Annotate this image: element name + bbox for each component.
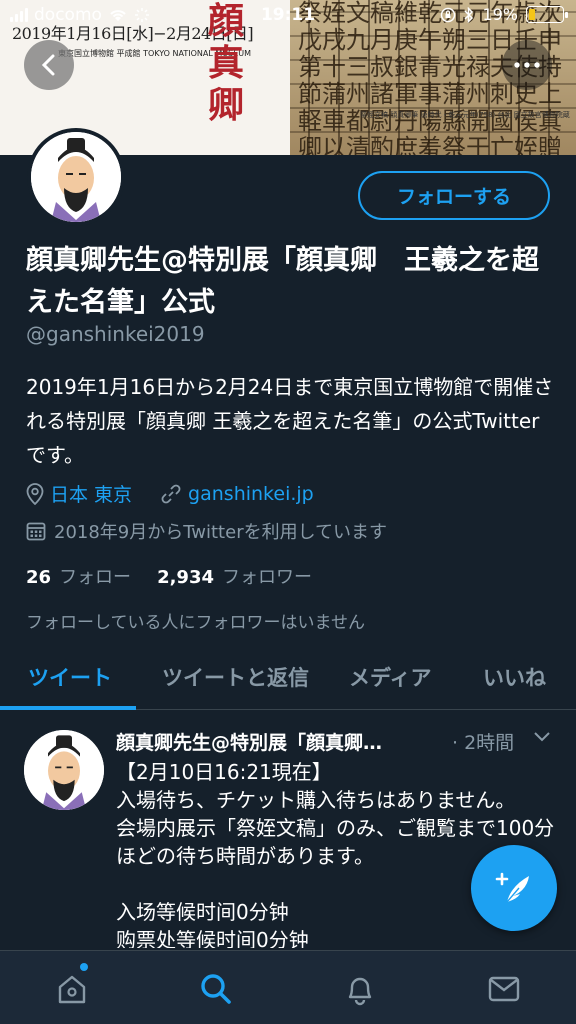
profile-url-text[interactable]: ganshinkei.jp [188, 483, 314, 505]
status-right: 19% [440, 5, 568, 24]
rotation-lock-icon [441, 7, 456, 22]
avatar-illustration [31, 132, 121, 222]
compose-tweet-icon [495, 872, 529, 903]
profile-joined-text: 2018年9月からTwitterを利用しています [54, 522, 388, 543]
search-icon [201, 974, 231, 1004]
banner-caption: 祭姪文稿 顔真卿筆 唐時代・乾元元年(758) 台北 國立故宮博物院蔵 [360, 111, 570, 119]
profile-bio: 2019年1月16日から2月24日まで東京国立博物館で開催される特別展「顔真卿 … [26, 375, 554, 467]
home-new-content-dot [80, 963, 88, 971]
profile-meta: 日本 東京 ganshinkei.jp [26, 480, 314, 507]
back-button[interactable] [24, 40, 74, 90]
profile-avatar[interactable] [27, 128, 125, 226]
bluetooth-icon [464, 6, 474, 23]
battery-percent: 19% [482, 5, 518, 24]
nav-messages[interactable] [484, 969, 524, 1009]
profile-counts: 26 フォロー 2,934 フォロワー [26, 563, 312, 589]
followers-label[interactable]: フォロワー [222, 563, 312, 589]
follow-button[interactable]: フォローする [358, 171, 550, 220]
profile-display-name: 顔真卿先生@特別展「顔真卿 王羲之を超えた名筆」公式 [26, 245, 539, 318]
more-button[interactable] [502, 40, 552, 90]
profile-location: 日本 東京 [26, 480, 132, 507]
profile-handle: @ganshinkei2019 [26, 322, 205, 346]
tab-likes[interactable]: いいね [483, 662, 546, 692]
mail-icon [488, 976, 520, 1002]
tweet-avatar-illustration [24, 730, 104, 810]
status-bar: docomo 19:11 19% [0, 0, 576, 32]
profile-location-text: 日本 東京 [50, 484, 133, 506]
active-tab-indicator [0, 706, 136, 710]
tab-tweets[interactable]: ツイート [28, 662, 112, 692]
nav-notifications[interactable] [340, 969, 380, 1009]
more-dots-icon [514, 62, 540, 68]
followers-count[interactable]: 2,934 [157, 567, 214, 588]
battery-icon [526, 6, 568, 23]
following-label[interactable]: フォロー [59, 563, 131, 589]
nav-search[interactable] [196, 969, 236, 1009]
compose-tweet-button[interactable] [471, 845, 557, 931]
bottom-navigation [0, 950, 576, 1024]
profile-tabs: ツイート ツイートと返信 メディア いいね [0, 650, 576, 710]
tweet-timestamp: · 2時間 [452, 732, 515, 754]
home-icon [58, 975, 86, 1004]
tweet-author-name[interactable]: 顔真卿先生@特別展「顔真卿… [116, 728, 426, 755]
tweet-avatar[interactable] [24, 730, 104, 810]
tab-media[interactable]: メディア [349, 662, 432, 692]
calendar-icon [26, 522, 46, 541]
profile-url[interactable]: ganshinkei.jp [160, 483, 314, 505]
following-count[interactable]: 26 [26, 567, 51, 588]
back-arrow-icon [41, 54, 55, 76]
bell-icon [348, 977, 372, 1006]
profile-joined: 2018年9月からTwitterを利用しています [26, 518, 387, 544]
tab-tweets-replies[interactable]: ツイートと返信 [162, 662, 309, 692]
followers-you-know-note: フォローしている人にフォロワーはいません [26, 613, 365, 633]
link-icon [161, 484, 181, 503]
chevron-down-icon[interactable] [532, 730, 552, 744]
nav-home[interactable] [52, 969, 92, 1009]
location-pin-icon [26, 482, 44, 505]
